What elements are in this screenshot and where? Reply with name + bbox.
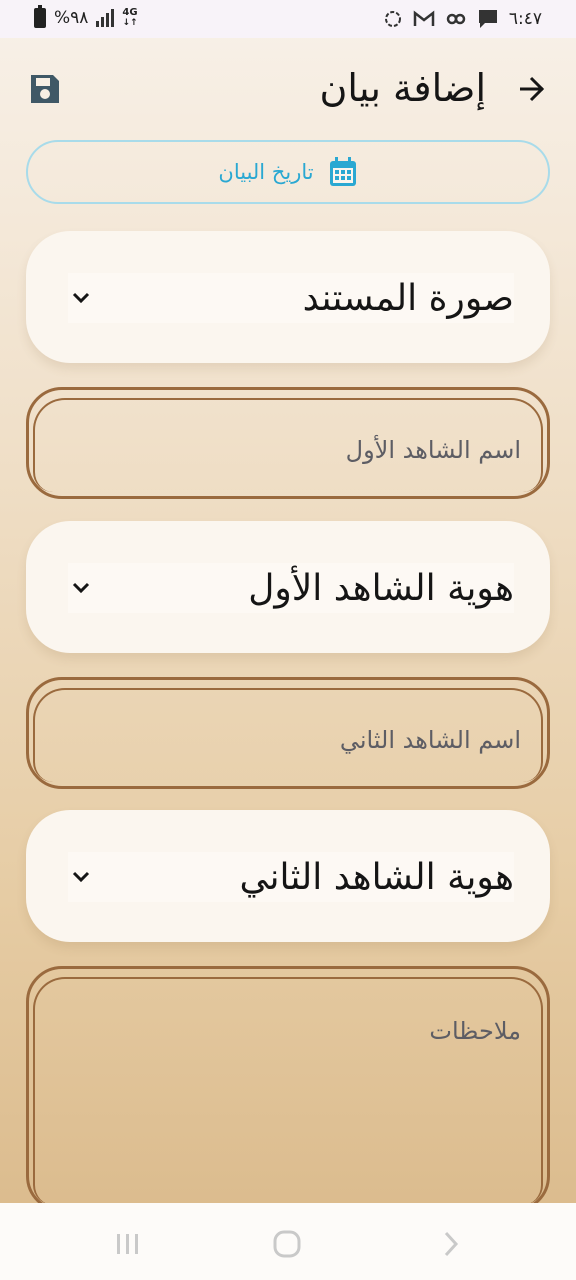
recent-apps-button[interactable] [113, 1229, 143, 1259]
save-icon [31, 75, 59, 103]
calendar-icon [329, 157, 356, 186]
page-title: إضافة بيان [319, 66, 486, 110]
back-button[interactable] [514, 72, 548, 106]
second-witness-id-dropdown[interactable]: هوية الشاهد الثاني [26, 810, 550, 942]
chevron-down-icon [68, 285, 94, 311]
document-image-label: صورة المستند [302, 277, 514, 319]
document-image-dropdown-inner: صورة المستند [68, 273, 514, 323]
document-image-dropdown[interactable]: صورة المستند [26, 231, 550, 363]
statement-date-label: تاريخ البيان [218, 160, 314, 184]
network-label: 4G [122, 7, 138, 18]
battery-percent: %٩٨ [54, 8, 89, 28]
battery-icon [34, 5, 46, 28]
status-bar: %٩٨ 4G ↓↑ ٦:٤٧ [0, 0, 576, 38]
link-icon [446, 13, 466, 25]
notes-textarea[interactable]: ملاحظات [26, 966, 550, 1212]
notes-placeholder: ملاحظات [429, 1017, 521, 1045]
status-bar-left: %٩٨ 4G ↓↑ [34, 5, 138, 29]
second-witness-id-dropdown-inner: هوية الشاهد الثاني [68, 852, 514, 902]
first-witness-name-input[interactable]: اسم الشاهد الأول [26, 387, 550, 499]
save-button[interactable] [28, 72, 62, 106]
app-header: إضافة بيان [0, 58, 576, 128]
network-4g-icon: 4G ↓↑ [122, 7, 138, 29]
second-witness-name-input[interactable]: اسم الشاهد الثاني [26, 677, 550, 789]
input-inner-border [33, 977, 543, 1205]
status-bar-right: ٦:٤٧ [383, 8, 542, 30]
statement-date-button[interactable]: تاريخ البيان [26, 140, 550, 204]
status-time: ٦:٤٧ [508, 9, 542, 29]
gmail-icon [413, 10, 435, 26]
nav-back-button[interactable] [434, 1229, 464, 1259]
signal-icon [96, 9, 115, 27]
chevron-down-icon [68, 864, 94, 890]
arrow-back-icon [520, 76, 545, 102]
first-witness-id-dropdown-inner: هوية الشاهد الأول [68, 563, 514, 613]
back-icon [444, 1231, 459, 1257]
message-icon [478, 10, 497, 28]
home-button[interactable] [272, 1229, 302, 1259]
first-witness-id-label: هوية الشاهد الأول [248, 567, 514, 609]
first-witness-name-placeholder: اسم الشاهد الأول [345, 436, 521, 464]
system-nav-bar [0, 1203, 576, 1280]
recent-apps-icon [117, 1234, 138, 1254]
second-witness-name-placeholder: اسم الشاهد الثاني [339, 726, 521, 754]
home-icon [273, 1230, 301, 1258]
first-witness-id-dropdown[interactable]: هوية الشاهد الأول [26, 521, 550, 653]
sync-icon [384, 11, 401, 27]
chevron-down-icon [68, 575, 94, 601]
second-witness-id-label: هوية الشاهد الثاني [239, 856, 514, 898]
